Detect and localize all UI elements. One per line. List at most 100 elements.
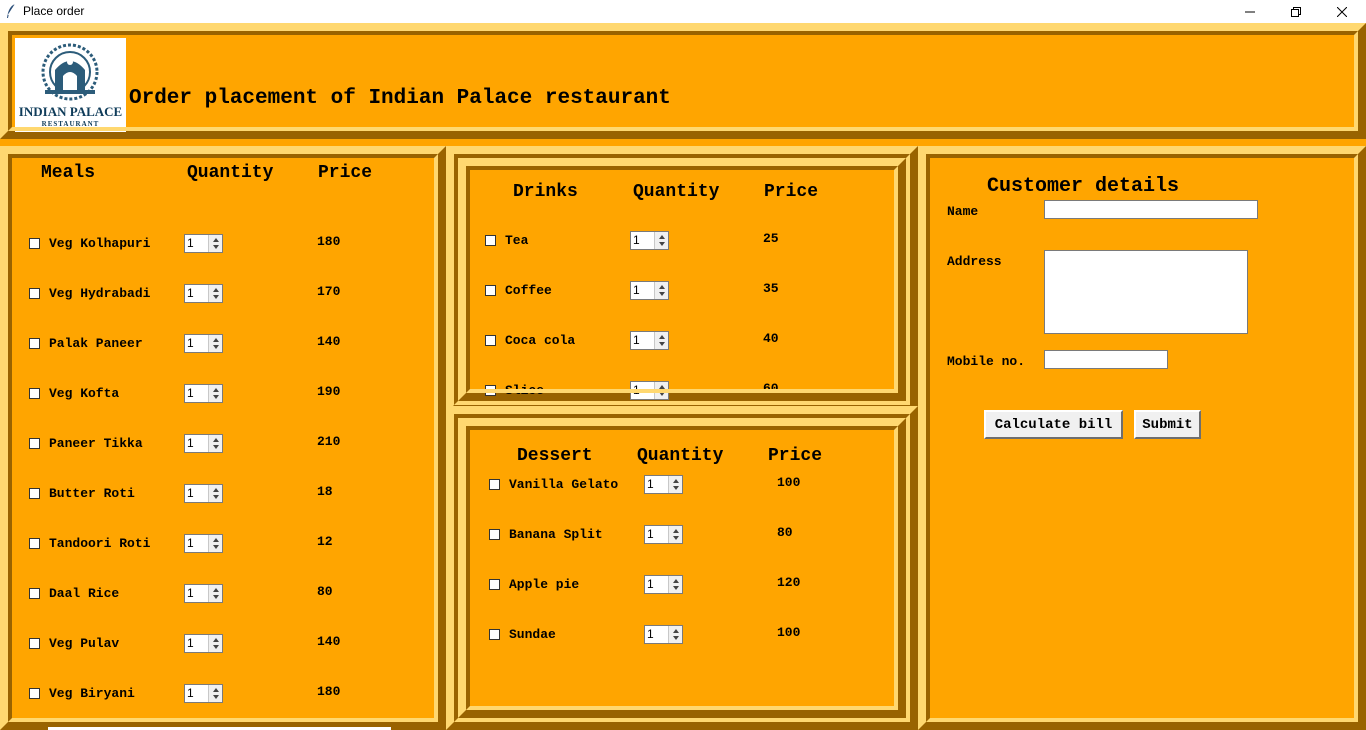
arrow-up-icon[interactable] [659,235,665,239]
drinks-item-checkbox[interactable] [485,235,496,246]
spinbox-arrows[interactable] [654,332,668,349]
submit-button[interactable]: Submit [1134,410,1201,439]
meals-quantity-spinbox[interactable]: 1 [184,684,223,703]
arrow-down-icon[interactable] [213,695,219,699]
arrow-down-icon[interactable] [659,392,665,396]
arrow-up-icon[interactable] [213,588,219,592]
meals-item-checkbox[interactable] [29,288,40,299]
calculate-bill-button[interactable]: Calculate bill [984,410,1123,439]
arrow-down-icon[interactable] [673,536,679,540]
meals-item-checkbox[interactable] [29,688,40,699]
arrow-down-icon[interactable] [213,445,219,449]
arrow-up-icon[interactable] [673,629,679,633]
arrow-up-icon[interactable] [673,479,679,483]
arrow-down-icon[interactable] [213,395,219,399]
arrow-down-icon[interactable] [673,636,679,640]
drinks-item-checkbox[interactable] [485,285,496,296]
drinks-quantity-spinbox[interactable]: 1 [630,231,669,250]
quantity-value: 1 [187,386,194,400]
drinks-item-checkbox[interactable] [485,335,496,346]
dessert-quantity-spinbox[interactable]: 1 [644,475,683,494]
arrow-up-icon[interactable] [213,438,219,442]
drinks-item-checkbox[interactable] [485,385,496,396]
spinbox-arrows[interactable] [208,585,222,602]
arrow-down-icon[interactable] [673,486,679,490]
arrow-down-icon[interactable] [659,292,665,296]
restore-button[interactable] [1273,0,1319,23]
spinbox-arrows[interactable] [668,576,682,593]
meals-item-checkbox[interactable] [29,638,40,649]
arrow-down-icon[interactable] [673,586,679,590]
dessert-item-checkbox[interactable] [489,579,500,590]
arrow-down-icon[interactable] [213,295,219,299]
arrow-up-icon[interactable] [213,688,219,692]
spinbox-arrows[interactable] [208,285,222,302]
spinbox-arrows[interactable] [208,635,222,652]
spinbox-arrows[interactable] [668,626,682,643]
minimize-button[interactable] [1227,0,1273,23]
dessert-item-checkbox[interactable] [489,629,500,640]
meals-quantity-spinbox[interactable]: 1 [184,634,223,653]
spinbox-arrows[interactable] [208,235,222,252]
drinks-quantity-spinbox[interactable]: 1 [630,331,669,350]
close-button[interactable] [1319,0,1365,23]
quantity-value: 1 [187,536,194,550]
meals-quantity-spinbox[interactable]: 1 [184,434,223,453]
spinbox-arrows[interactable] [208,385,222,402]
meals-item-checkbox[interactable] [29,488,40,499]
spinbox-arrows[interactable] [208,485,222,502]
spinbox-arrows[interactable] [654,382,668,399]
arrow-up-icon[interactable] [213,288,219,292]
arrow-up-icon[interactable] [673,579,679,583]
arrow-down-icon[interactable] [659,242,665,246]
drinks-quantity-spinbox[interactable]: 1 [630,381,669,400]
spinbox-arrows[interactable] [208,685,222,702]
spinbox-arrows[interactable] [208,335,222,352]
spinbox-arrows[interactable] [668,476,682,493]
meals-quantity-spinbox[interactable]: 1 [184,234,223,253]
arrow-down-icon[interactable] [659,342,665,346]
meals-item-checkbox[interactable] [29,338,40,349]
arrow-down-icon[interactable] [213,495,219,499]
drinks-quantity-spinbox[interactable]: 1 [630,281,669,300]
arrow-up-icon[interactable] [213,338,219,342]
meals-item-checkbox[interactable] [29,388,40,399]
arrow-down-icon[interactable] [213,595,219,599]
spinbox-arrows[interactable] [668,526,682,543]
arrow-up-icon[interactable] [659,285,665,289]
dessert-quantity-spinbox[interactable]: 1 [644,625,683,644]
meals-quantity-spinbox[interactable]: 1 [184,484,223,503]
address-input[interactable] [1044,250,1248,334]
arrow-up-icon[interactable] [659,385,665,389]
meals-item-checkbox[interactable] [29,588,40,599]
meals-quantity-spinbox[interactable]: 1 [184,334,223,353]
name-input[interactable] [1044,200,1258,219]
meals-item-checkbox[interactable] [29,438,40,449]
mobile-input[interactable] [1044,350,1168,369]
meals-item-checkbox[interactable] [29,238,40,249]
arrow-up-icon[interactable] [213,638,219,642]
dessert-item-checkbox[interactable] [489,479,500,490]
arrow-up-icon[interactable] [213,388,219,392]
spinbox-arrows[interactable] [654,282,668,299]
arrow-up-icon[interactable] [659,335,665,339]
dessert-quantity-spinbox[interactable]: 1 [644,575,683,594]
arrow-down-icon[interactable] [213,245,219,249]
arrow-down-icon[interactable] [213,545,219,549]
dessert-quantity-spinbox[interactable]: 1 [644,525,683,544]
meals-item-checkbox[interactable] [29,538,40,549]
meals-quantity-spinbox[interactable]: 1 [184,284,223,303]
spinbox-arrows[interactable] [208,435,222,452]
spinbox-arrows[interactable] [654,232,668,249]
meals-quantity-spinbox[interactable]: 1 [184,384,223,403]
arrow-down-icon[interactable] [213,645,219,649]
meals-quantity-spinbox[interactable]: 1 [184,584,223,603]
arrow-up-icon[interactable] [213,538,219,542]
dessert-item-checkbox[interactable] [489,529,500,540]
arrow-up-icon[interactable] [673,529,679,533]
arrow-down-icon[interactable] [213,345,219,349]
meals-quantity-spinbox[interactable]: 1 [184,534,223,553]
spinbox-arrows[interactable] [208,535,222,552]
arrow-up-icon[interactable] [213,238,219,242]
arrow-up-icon[interactable] [213,488,219,492]
